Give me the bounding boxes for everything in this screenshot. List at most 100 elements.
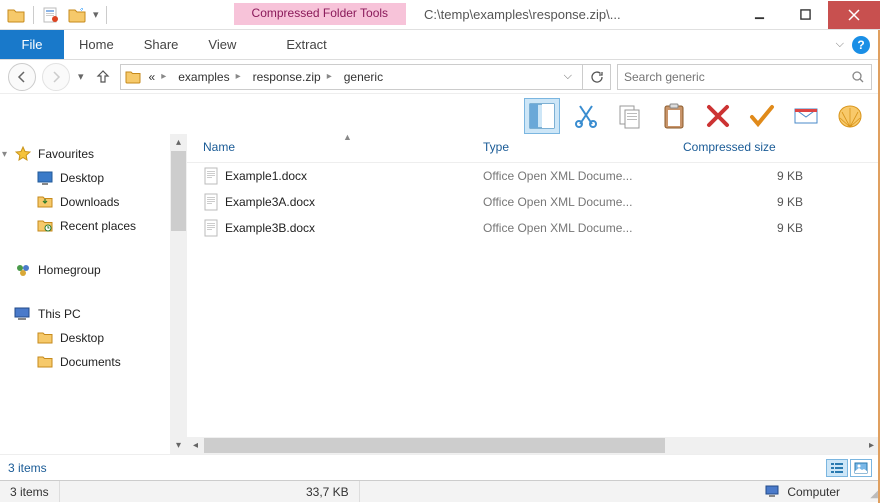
document-icon <box>203 193 225 211</box>
search-icon[interactable] <box>851 70 865 84</box>
scroll-up-icon[interactable]: ▴ <box>170 134 187 151</box>
file-size: 9 KB <box>683 221 803 235</box>
status-total-size: 33,7 KB <box>60 481 360 502</box>
up-button[interactable] <box>92 66 114 88</box>
scroll-thumb[interactable] <box>171 151 186 231</box>
nav-history-dropdown[interactable]: ▾ <box>76 70 86 83</box>
column-name[interactable]: ▲Name <box>203 140 483 154</box>
refresh-button[interactable] <box>583 64 611 90</box>
folder-icon[interactable] <box>4 4 28 26</box>
file-type: Office Open XML Docume... <box>483 169 683 183</box>
sidebar-favourites[interactable]: ▾ Favourites <box>14 142 183 166</box>
column-headers: ▲Name Type Compressed size <box>187 134 880 163</box>
copy-icon[interactable] <box>612 98 648 134</box>
sidebar-label: Favourites <box>38 147 94 161</box>
table-row[interactable]: Example3A.docx Office Open XML Docume...… <box>187 189 880 215</box>
cut-icon[interactable] <box>568 98 604 134</box>
sidebar-item-pc-desktop[interactable]: Desktop <box>14 326 183 350</box>
tab-extract[interactable]: Extract <box>251 30 361 59</box>
sidebar-thispc[interactable]: This PC <box>14 302 183 326</box>
minimize-button[interactable] <box>736 1 782 29</box>
mail-icon[interactable] <box>788 98 824 134</box>
close-button[interactable] <box>828 1 880 29</box>
nav-row: ▾ «▸ examples▸ response.zip▸ generic ⌵ <box>0 60 880 94</box>
check-icon[interactable] <box>744 98 780 134</box>
paste-icon[interactable] <box>656 98 692 134</box>
file-list-pane: ▲Name Type Compressed size Example1.docx… <box>187 134 880 454</box>
horizontal-scrollbar[interactable]: ◂ ▸ <box>187 437 880 454</box>
folder-icon <box>36 353 54 371</box>
back-button[interactable] <box>8 63 36 91</box>
layout-icon[interactable] <box>524 98 560 134</box>
qat-dropdown-icon[interactable]: ▾ <box>91 8 101 21</box>
file-size: 9 KB <box>683 195 803 209</box>
search-input[interactable] <box>624 70 851 84</box>
breadcrumb-generic[interactable]: generic <box>338 70 389 84</box>
computer-icon <box>14 305 32 323</box>
document-icon <box>203 167 225 185</box>
address-bar[interactable]: «▸ examples▸ response.zip▸ generic ⌵ <box>120 64 583 90</box>
scroll-down-icon[interactable]: ▾ <box>170 437 187 454</box>
sidebar-scrollbar[interactable]: ▴ ▾ <box>170 134 187 454</box>
shell-icon[interactable] <box>832 98 868 134</box>
breadcrumb-overflow[interactable]: «▸ <box>143 70 173 84</box>
chevron-down-icon[interactable]: ▾ <box>2 149 7 160</box>
tab-home[interactable]: Home <box>64 30 129 59</box>
shell-toolbar <box>0 94 880 134</box>
sidebar-item-downloads[interactable]: Downloads <box>14 190 183 214</box>
recent-icon <box>36 217 54 235</box>
delete-icon[interactable] <box>700 98 736 134</box>
item-count-link[interactable]: 3 items <box>8 461 47 475</box>
context-tab-header: Compressed Folder Tools <box>234 3 407 25</box>
new-folder-icon[interactable] <box>65 4 89 26</box>
thumbnails-view-icon[interactable] <box>850 459 872 477</box>
forward-button[interactable] <box>42 63 70 91</box>
resize-grip-icon[interactable]: ◢ <box>870 489 878 500</box>
document-icon <box>203 219 225 237</box>
desktop-icon <box>36 169 54 187</box>
file-tab[interactable]: File <box>0 30 64 59</box>
nav-pane: ▾ Favourites Desktop Downloads Recent pl… <box>0 134 187 454</box>
column-type[interactable]: Type <box>483 140 683 154</box>
quick-access-toolbar: ▾ <box>0 4 114 26</box>
scroll-thumb[interactable] <box>204 438 665 453</box>
sidebar-homegroup[interactable]: Homegroup <box>14 258 183 282</box>
search-box[interactable] <box>617 64 872 90</box>
breadcrumb-examples[interactable]: examples▸ <box>172 70 246 84</box>
sidebar-item-recent[interactable]: Recent places <box>14 214 183 238</box>
address-dropdown-icon[interactable]: ⌵ <box>558 70 578 83</box>
status-location: Computer <box>765 485 840 499</box>
homegroup-icon <box>14 261 32 279</box>
tab-share[interactable]: Share <box>129 30 194 59</box>
window-title: C:\temp\examples\response.zip\... <box>406 7 736 22</box>
main-area: ▾ Favourites Desktop Downloads Recent pl… <box>0 134 880 454</box>
properties-icon[interactable] <box>39 4 63 26</box>
scroll-left-icon[interactable]: ◂ <box>187 437 204 454</box>
file-size: 9 KB <box>683 169 803 183</box>
status-bar-lower: 3 items 33,7 KB Computer ◢ <box>0 480 880 502</box>
sidebar-item-pc-documents[interactable]: Documents <box>14 350 183 374</box>
breadcrumb-response[interactable]: response.zip▸ <box>247 70 338 84</box>
ribbon-tabs: File Home Share View Extract ⌵ ? <box>0 30 880 60</box>
column-compressed-size[interactable]: Compressed size <box>683 140 833 154</box>
downloads-icon <box>36 193 54 211</box>
details-view-icon[interactable] <box>826 459 848 477</box>
tab-view[interactable]: View <box>193 30 251 59</box>
status-bar-upper: 3 items <box>0 454 880 480</box>
computer-icon <box>765 485 781 499</box>
title-bar: ▾ Compressed Folder Tools C:\temp\exampl… <box>0 0 880 30</box>
file-type: Office Open XML Docume... <box>483 221 683 235</box>
file-type: Office Open XML Docume... <box>483 195 683 209</box>
table-row[interactable]: Example1.docx Office Open XML Docume... … <box>187 163 880 189</box>
file-name: Example3A.docx <box>225 195 483 209</box>
table-row[interactable]: Example3B.docx Office Open XML Docume...… <box>187 215 880 241</box>
file-name: Example1.docx <box>225 169 483 183</box>
folder-icon <box>36 329 54 347</box>
sort-ascending-icon: ▲ <box>343 132 352 142</box>
ribbon-expand-icon[interactable]: ⌵ <box>836 38 844 51</box>
sidebar-item-desktop[interactable]: Desktop <box>14 166 183 190</box>
file-name: Example3B.docx <box>225 221 483 235</box>
maximize-button[interactable] <box>782 1 828 29</box>
help-icon[interactable]: ? <box>852 36 870 54</box>
address-folder-icon <box>125 70 143 84</box>
